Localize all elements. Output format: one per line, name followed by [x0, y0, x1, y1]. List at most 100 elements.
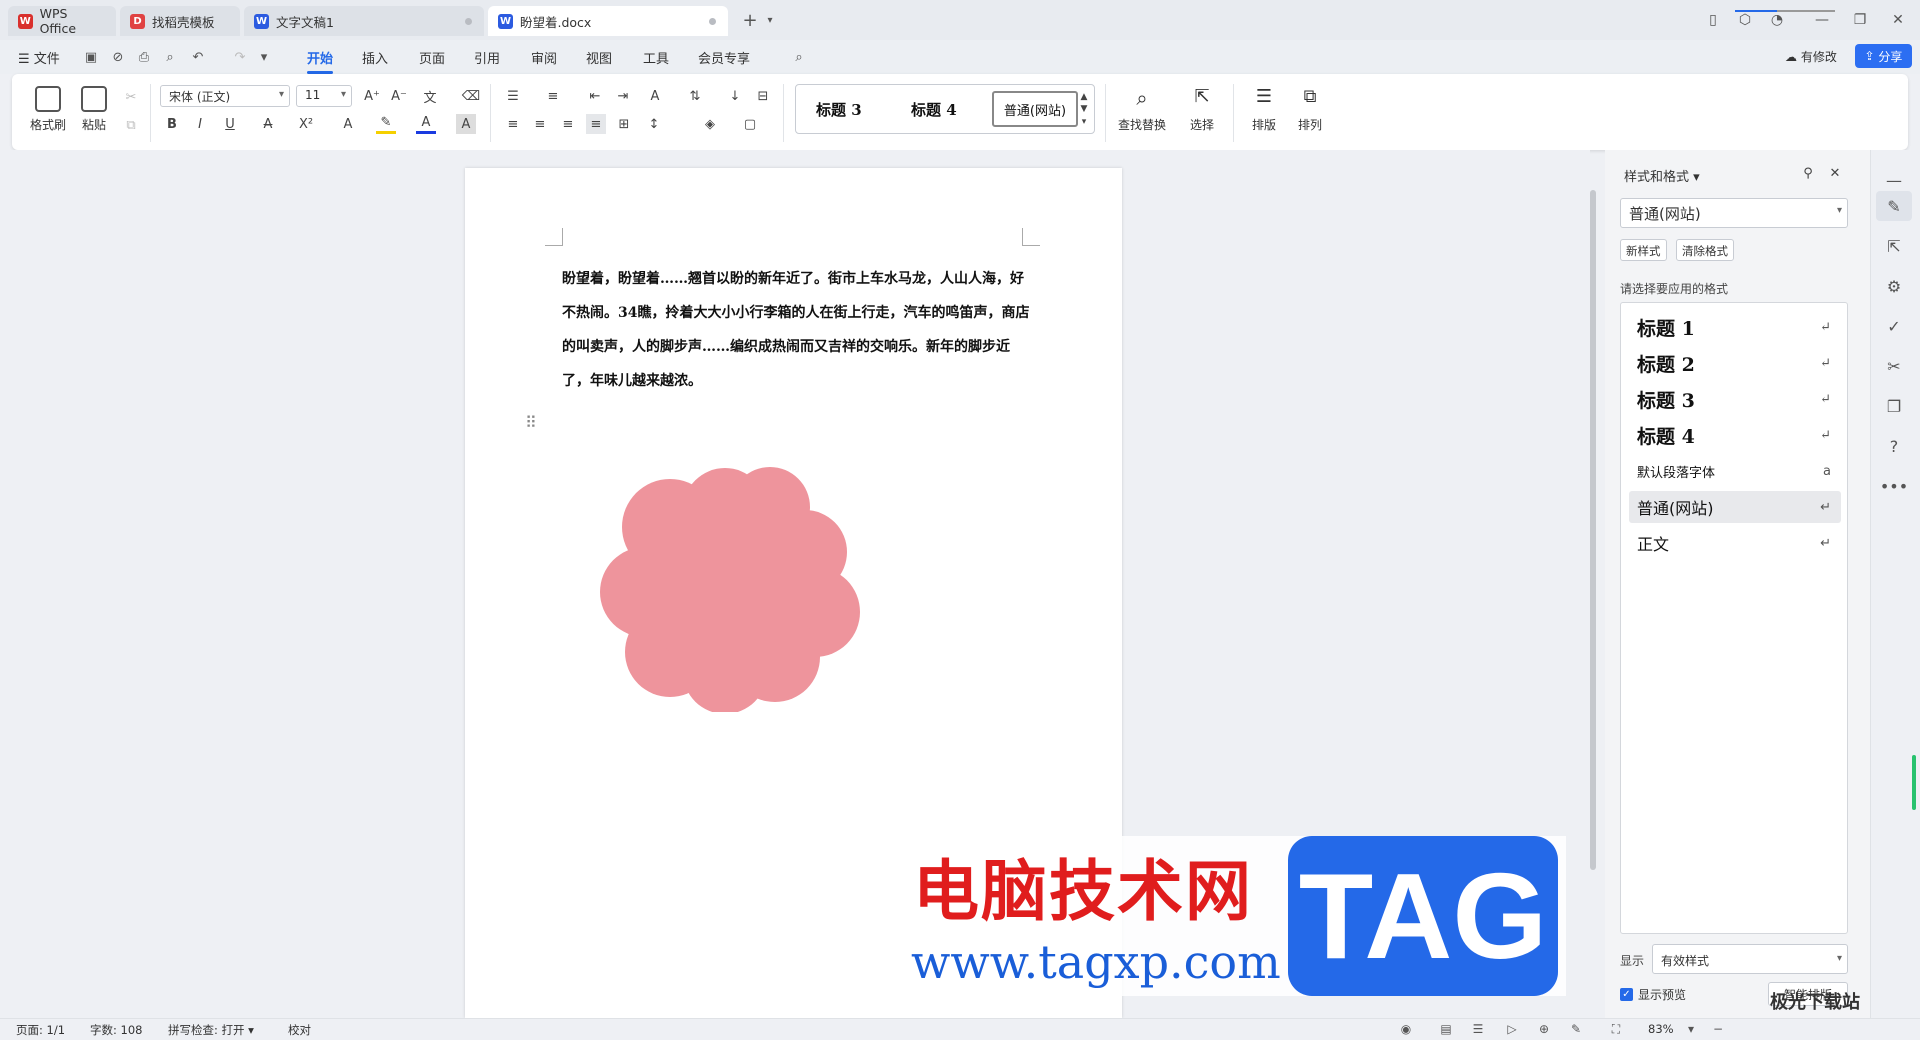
play-icon[interactable]: ▷: [1504, 1021, 1520, 1037]
increase-font-icon[interactable]: A⁺: [362, 86, 382, 106]
gallery-more-icon[interactable]: ▾: [1074, 112, 1094, 132]
fit-page-icon[interactable]: ⛶: [1608, 1021, 1624, 1037]
select-button[interactable]: ⇱ 选择: [1178, 86, 1226, 133]
tab-view[interactable]: 视图: [586, 48, 612, 67]
new-tab-icon[interactable]: +: [740, 10, 760, 31]
sort-icon[interactable]: ⇅: [685, 86, 705, 106]
zoom-out-icon[interactable]: −: [1710, 1021, 1726, 1037]
style-heading3[interactable]: 标题 3: [816, 99, 862, 120]
eye-icon[interactable]: ◉: [1398, 1021, 1414, 1037]
font-color-icon[interactable]: A: [416, 114, 436, 134]
italic-icon[interactable]: I: [190, 114, 210, 134]
superscript-icon[interactable]: X²: [296, 114, 316, 134]
decrease-indent-icon[interactable]: ⇤: [585, 86, 605, 106]
list-item[interactable]: 标题 1 ↵: [1629, 311, 1841, 343]
align-right-icon[interactable]: ≡: [558, 114, 578, 134]
clear-format-button[interactable]: 清除格式: [1676, 239, 1734, 261]
list-item[interactable]: 标题 2 ↵: [1629, 347, 1841, 379]
select-cursor-icon[interactable]: ⇱: [1876, 231, 1912, 261]
bullet-list-icon[interactable]: ☰: [503, 86, 523, 106]
print-icon[interactable]: ⎙: [136, 49, 152, 65]
align-justify-icon[interactable]: ≡: [586, 114, 606, 134]
bold-icon[interactable]: B: [162, 114, 182, 134]
avatar[interactable]: ◔: [1767, 10, 1787, 30]
list-item[interactable]: 标题 3 ↵: [1629, 383, 1841, 415]
cube-icon[interactable]: ⬡: [1735, 10, 1755, 30]
document-paragraph[interactable]: 盼望着，盼望着……翘首以盼的新年近了。街市上车水马龙，人山人海，好不热闹。34瞧…: [562, 262, 1032, 398]
file-menu[interactable]: ☰ 文件: [18, 48, 60, 67]
layout-icon[interactable]: ▯: [1703, 10, 1723, 30]
document-check-icon[interactable]: ✓: [1876, 311, 1912, 341]
line-spacing-icon[interactable]: ↕: [644, 114, 664, 134]
minimize-icon[interactable]: —: [1812, 10, 1832, 30]
distribute-icon[interactable]: ⊞: [614, 114, 634, 134]
text-direction-icon[interactable]: A: [645, 86, 665, 106]
restore-icon[interactable]: ❐: [1850, 10, 1870, 30]
list-item[interactable]: 普通(网站) ↵: [1629, 491, 1841, 523]
arrange-button[interactable]: ⧉ 排列: [1286, 86, 1334, 133]
strikethrough-icon[interactable]: A: [258, 114, 278, 134]
tools-icon[interactable]: ✂: [1876, 351, 1912, 381]
page-count[interactable]: 页面: 1/1: [16, 1022, 65, 1038]
word-count[interactable]: 字数: 108: [90, 1022, 142, 1038]
layout-button[interactable]: ☰ 排版: [1240, 86, 1288, 133]
undo-icon[interactable]: ↶: [190, 49, 206, 65]
tab-tools[interactable]: 工具: [643, 48, 669, 67]
close-icon[interactable]: ✕: [1825, 163, 1845, 183]
search-icon[interactable]: ⌕: [791, 49, 807, 65]
pen-icon[interactable]: ✎: [1568, 1021, 1584, 1037]
outline-view-icon[interactable]: ☰: [1470, 1021, 1486, 1037]
styles-pen-icon[interactable]: ✎: [1876, 191, 1912, 221]
help-icon[interactable]: ?: [1876, 431, 1912, 461]
tab-wps-office[interactable]: W WPS Office: [8, 6, 116, 36]
book-icon[interactable]: ❐: [1876, 391, 1912, 421]
style-normal-web[interactable]: 普通(网站): [992, 91, 1078, 127]
underline-icon[interactable]: U: [220, 114, 240, 134]
numbered-list-icon[interactable]: ≡: [543, 86, 563, 106]
phonetic-icon[interactable]: 文: [420, 86, 440, 106]
modified-indicator[interactable]: ☁ 有修改: [1785, 48, 1837, 65]
show-preview-checkbox[interactable]: ✓ 显示预览: [1620, 986, 1686, 1003]
style-heading4[interactable]: 标题 4: [911, 99, 957, 120]
close-icon[interactable]: ✕: [1888, 10, 1908, 30]
cut-icon[interactable]: ✂: [121, 87, 141, 107]
tab-member[interactable]: 会员专享: [698, 48, 750, 67]
current-style-select[interactable]: 普通(网站) ▾: [1620, 198, 1848, 228]
list-item[interactable]: 默认段落字体 a: [1629, 455, 1841, 487]
align-left-icon[interactable]: ≡: [503, 114, 523, 134]
tab-review[interactable]: 审阅: [531, 48, 557, 67]
text-effect-icon[interactable]: A: [338, 114, 358, 134]
increase-indent-icon[interactable]: ⇥: [613, 86, 633, 106]
list-item[interactable]: 标题 4 ↵: [1629, 419, 1841, 451]
copy-icon[interactable]: ⧉: [121, 115, 141, 135]
tab-insert[interactable]: 插入: [362, 48, 388, 67]
share-button[interactable]: ⇪ 分享: [1855, 44, 1912, 68]
link-icon[interactable]: ⊘: [110, 49, 126, 65]
tab-list-chevron-icon[interactable]: ▾: [760, 10, 780, 30]
borders-icon[interactable]: ▢: [740, 114, 760, 134]
proofread[interactable]: 校对: [288, 1022, 311, 1038]
tab-template[interactable]: D 找稻壳模板: [120, 6, 240, 36]
spell-check[interactable]: 拼写检查: 打开 ▾: [168, 1022, 254, 1038]
zoom-chevron-icon[interactable]: ▾: [1683, 1021, 1699, 1037]
char-shading-icon[interactable]: A: [456, 114, 476, 134]
find-replace-button[interactable]: ⌕ 查找替换: [1110, 86, 1174, 133]
tab-document1[interactable]: W 文字文稿1: [244, 6, 484, 36]
highlight-icon[interactable]: ✎: [376, 114, 396, 134]
more-icon[interactable]: •••: [1876, 471, 1912, 501]
format-painter-button[interactable]: 格式刷: [24, 86, 72, 133]
new-style-button[interactable]: 新样式: [1620, 239, 1667, 261]
align-center-icon[interactable]: ≡: [530, 114, 550, 134]
font-name-select[interactable]: 宋体 (正文) ▾: [160, 85, 290, 107]
decrease-font-icon[interactable]: A⁻: [389, 86, 409, 106]
show-select[interactable]: 有效样式 ▾: [1652, 944, 1848, 974]
paste-button[interactable]: 粘贴: [70, 86, 118, 133]
vertical-scrollbar[interactable]: [1585, 150, 1601, 1018]
tab-references[interactable]: 引用: [474, 48, 500, 67]
font-size-select[interactable]: 11 ▾: [296, 85, 352, 107]
save-icon[interactable]: ▣: [83, 49, 99, 65]
tab-stop-icon[interactable]: ⊟: [753, 86, 773, 106]
list-item[interactable]: 正文 ↵: [1629, 527, 1841, 559]
tab-home[interactable]: 开始: [307, 48, 334, 74]
print-preview-icon[interactable]: ⌕: [162, 49, 178, 65]
